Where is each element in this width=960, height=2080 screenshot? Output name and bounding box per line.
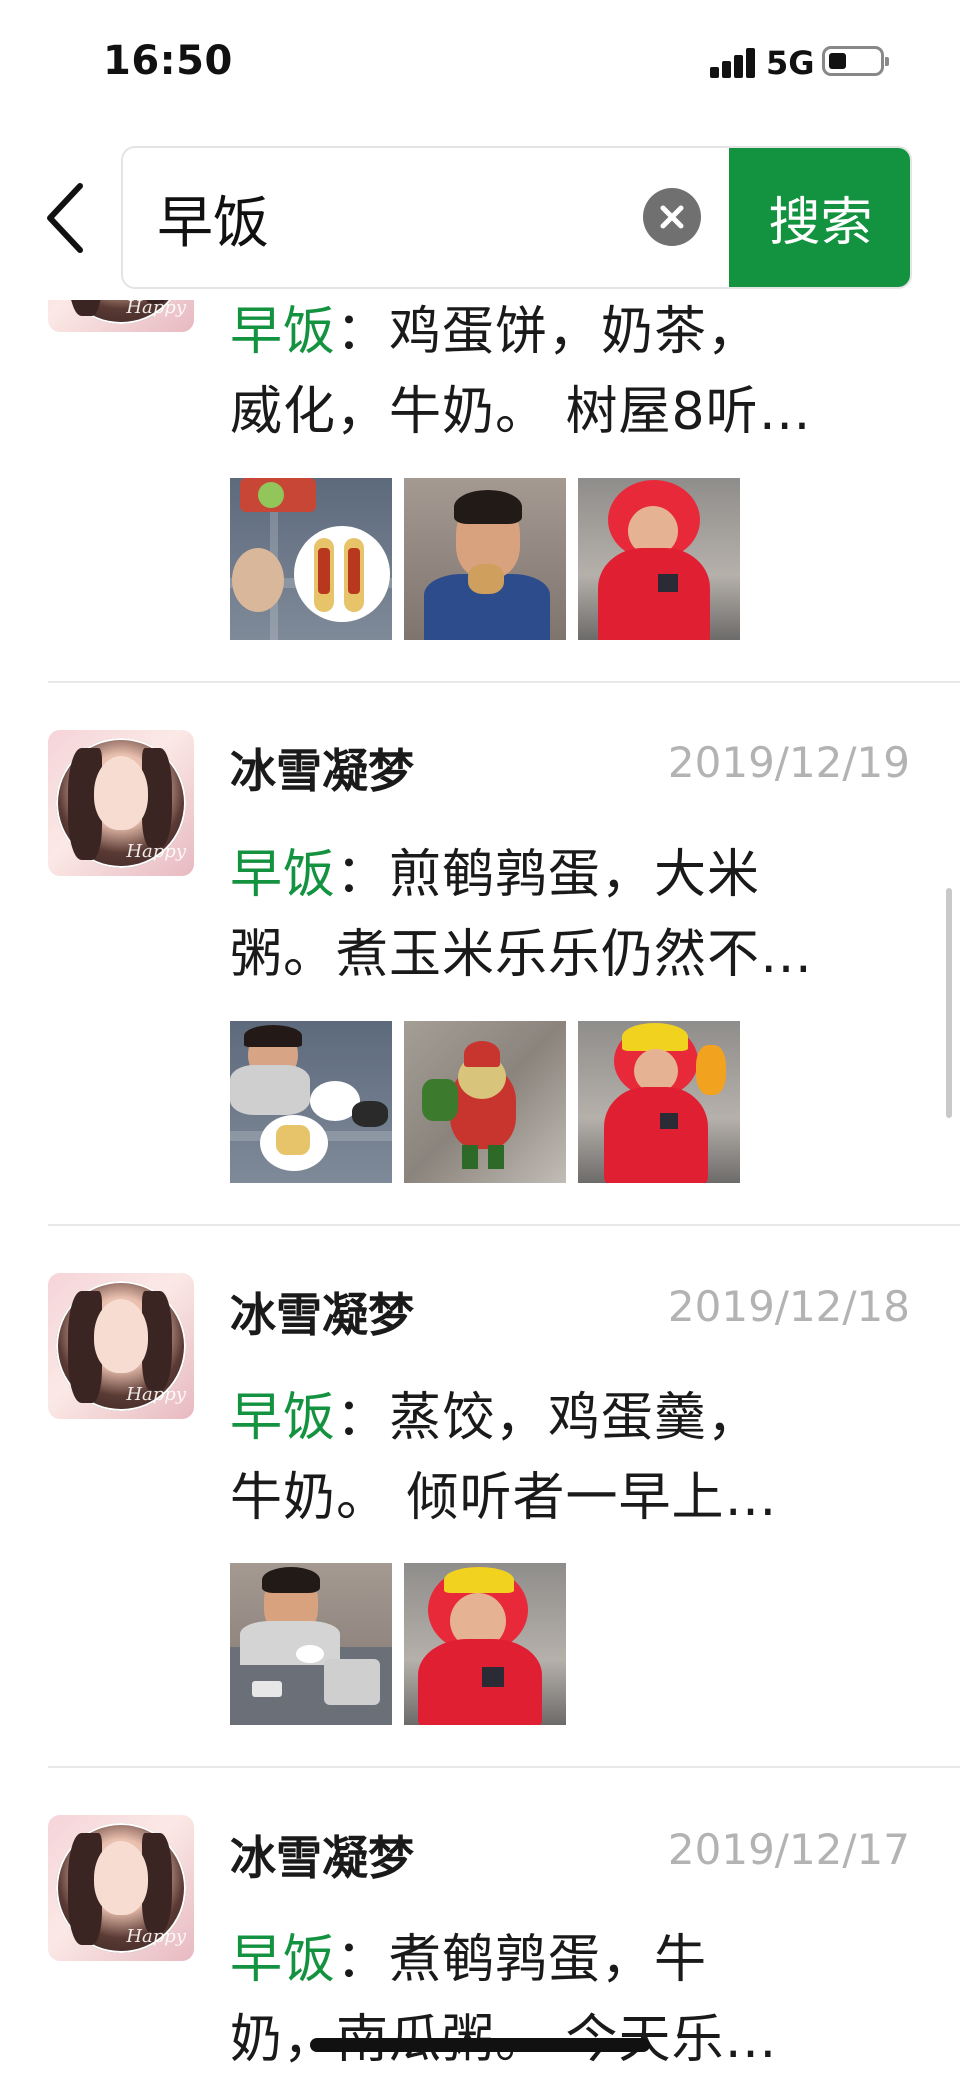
divider [48,681,960,683]
santa-pin-photo[interactable] [404,1021,566,1183]
boy-at-table-photo[interactable] [230,1563,392,1725]
divider [48,1224,960,1226]
avatar-caption: Happy [126,1926,186,1947]
post-date: 2019/12/18 [667,1282,910,1331]
keyword-highlight: 早饭 [230,1388,337,1448]
avatar-caption: Happy [126,1384,186,1405]
result-snippet: 早饭：蒸饺，鸡蛋羹， 牛奶。 倾听者一早上… [230,1388,778,1528]
search-header: 搜索 [0,130,960,300]
post-date: 2019/12/19 [667,738,910,787]
child-red-coat-photo[interactable] [578,1021,740,1183]
chevron-left-icon [47,183,83,253]
home-indicator[interactable] [310,2038,650,2052]
status-bar: 16:50 5G [0,0,960,130]
search-input[interactable] [157,178,637,258]
search-results-list[interactable]: Happy 早饭：鸡蛋饼，奶茶， 威化，牛奶。 树屋8听… Happy 冰雪凝梦… [0,0,960,2079]
boy-eating-photo[interactable] [404,478,566,640]
search-button[interactable]: 搜索 [729,148,910,287]
breakfast-table-photo[interactable] [230,1021,392,1183]
divider [48,1766,960,1768]
search-box: 搜索 [121,146,912,289]
avatar[interactable]: Happy [48,1815,194,1961]
keyword-highlight: 早饭 [230,1930,337,1990]
author-name: 冰雪凝梦 [230,1831,414,1885]
result-snippet: 早饭：煎鹌鹑蛋，大米 粥。煮玉米乐乐仍然不… [230,845,814,985]
battery-icon [822,46,889,76]
scrollbar[interactable] [946,888,952,1118]
result-snippet: 早饭：鸡蛋饼，奶茶， 威化，牛奶。 树屋8听… [230,302,812,442]
avatar[interactable]: Happy [48,730,194,876]
network-type: 5G [766,44,815,82]
result-snippet: 早饭：煮鹌鹑蛋，牛 奶，南瓜粥。 今天乐… [230,1930,778,2070]
breakfast-table-photo[interactable] [230,478,392,640]
signal-icon [710,48,758,78]
child-red-coat-photo[interactable] [578,478,740,640]
avatar-caption: Happy [126,297,186,318]
back-button[interactable] [40,178,96,258]
avatar-caption: Happy [126,841,186,862]
author-name: 冰雪凝梦 [230,1288,414,1342]
author-name: 冰雪凝梦 [230,744,414,798]
status-time: 16:50 [103,38,233,84]
post-date: 2019/12/17 [667,1825,910,1874]
keyword-highlight: 早饭 [230,845,337,905]
keyword-highlight: 早饭 [230,302,337,362]
clear-circle-icon[interactable] [643,188,701,246]
avatar[interactable]: Happy [48,1273,194,1419]
child-red-coat-photo[interactable] [404,1563,566,1725]
